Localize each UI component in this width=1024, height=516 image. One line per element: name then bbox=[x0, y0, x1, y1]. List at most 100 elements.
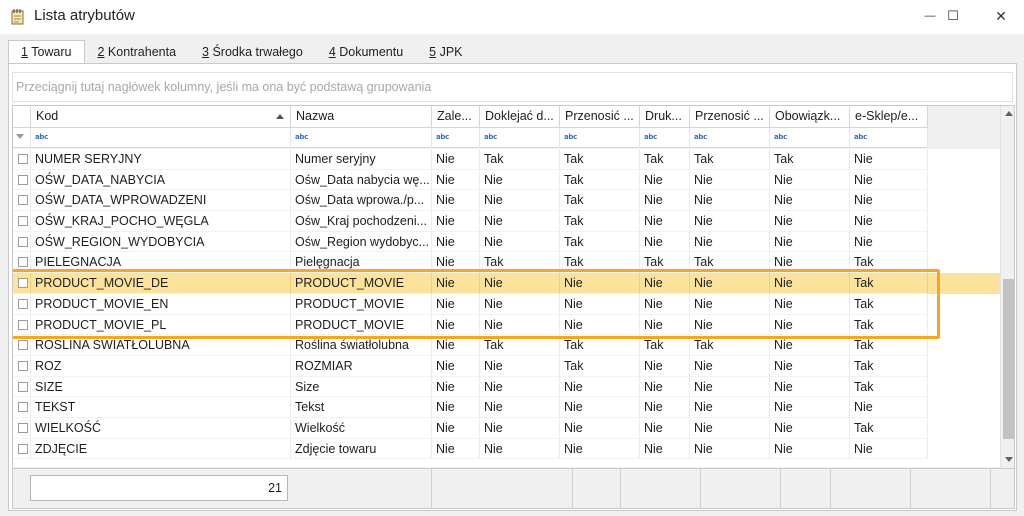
table-row[interactable]: WIELKOŚĆ Wielkość Nie Nie Nie Nie Nie Nie Tak bbox=[13, 417, 1000, 439]
row-checkbox-cell[interactable] bbox=[13, 252, 31, 274]
filter-cell-przenosic-1[interactable]: abc bbox=[560, 128, 640, 148]
sort-ascending-icon[interactable] bbox=[276, 114, 284, 119]
cell-nazwa: PRODUCT_MOVIE bbox=[291, 293, 432, 315]
tab-srodka-trwalego[interactable]: 3 Środka trwałego bbox=[189, 40, 316, 64]
row-checkbox[interactable] bbox=[18, 381, 28, 392]
row-checkbox[interactable] bbox=[18, 298, 28, 309]
close-button[interactable]: ✕ bbox=[978, 0, 1024, 32]
table-row[interactable]: NUMER SERYJNY Numer seryjny Nie Tak Tak Tak Ta… bbox=[13, 149, 1000, 170]
cell-zalezny: Nie bbox=[432, 273, 480, 294]
row-checkbox-cell[interactable] bbox=[13, 169, 31, 191]
table-row[interactable]: ROZ ROZMIAR Nie Nie Tak Nie Nie Nie Tak bbox=[13, 355, 1000, 377]
column-header-kod[interactable]: Kod bbox=[31, 106, 291, 128]
table-row[interactable]: PRODUCT_MOVIE_DE PRODUCT_MOVIE Nie Nie Nie Ni… bbox=[13, 273, 1000, 294]
row-checkbox[interactable] bbox=[18, 360, 28, 371]
column-header-doklejac[interactable]: Doklejać d... bbox=[480, 106, 560, 128]
table-row[interactable]: OŚW_DATA_NABYCIA Ośw_Data nabycia wę... Ni… bbox=[13, 169, 1000, 191]
row-checkbox-cell[interactable] bbox=[13, 397, 31, 418]
row-checkbox[interactable] bbox=[18, 443, 28, 454]
row-checkbox[interactable] bbox=[18, 195, 28, 206]
cell-zalezny: Nie bbox=[432, 314, 480, 336]
row-checkbox-cell[interactable] bbox=[13, 190, 31, 212]
tab-towaru[interactable]: 1 Towaru bbox=[8, 40, 85, 65]
cell-doklejac: Nie bbox=[480, 355, 560, 377]
row-checkbox[interactable] bbox=[18, 174, 28, 185]
table-row[interactable]: OŚW_REGION_WYDOBYCIA Ośw_Region wydobyc..… bbox=[13, 231, 1000, 253]
row-checkbox-cell[interactable] bbox=[13, 149, 31, 170]
group-by-panel[interactable]: Przeciągnij tutaj nagłówek kolumny, jeśl… bbox=[12, 72, 1013, 102]
vertical-scrollbar[interactable] bbox=[1000, 106, 1014, 467]
cell-zalezny: Nie bbox=[432, 335, 480, 356]
row-checkbox-cell[interactable] bbox=[13, 417, 31, 439]
column-header-drukowac[interactable]: Druk... bbox=[640, 106, 690, 128]
text-filter-icon: abc bbox=[484, 133, 497, 141]
scroll-down-icon[interactable] bbox=[1005, 457, 1013, 462]
cell-przenosic-2: Nie bbox=[690, 231, 770, 253]
row-checkbox[interactable] bbox=[18, 340, 28, 351]
footer-cell bbox=[831, 469, 911, 508]
row-checkbox[interactable] bbox=[18, 216, 28, 227]
cell-obowiazkowy: Nie bbox=[770, 438, 850, 460]
table-row[interactable]: PRODUCT_MOVIE_EN PRODUCT_MOVIE Nie Nie Nie Ni… bbox=[13, 293, 1000, 315]
filter-icon[interactable] bbox=[16, 134, 24, 139]
cell-e-sklep: Nie bbox=[850, 149, 928, 170]
table-row[interactable]: TEKST Tekst Nie Nie Nie Nie Nie Nie Nie bbox=[13, 397, 1000, 418]
table-row[interactable]: ROŚLINA ŚWIATŁOLUBNA Roślina światłolubna… bbox=[13, 335, 1000, 356]
row-checkbox-cell[interactable] bbox=[13, 273, 31, 294]
row-checkbox[interactable] bbox=[18, 319, 28, 330]
filter-cell-drukowac[interactable]: abc bbox=[640, 128, 690, 148]
tab-jpk[interactable]: 5 JPK bbox=[416, 40, 475, 64]
scroll-up-icon[interactable] bbox=[1005, 111, 1013, 116]
table-row[interactable]: OŚW_DATA_WPROWADZENI Ośw_Data wprowa./p..… bbox=[13, 190, 1000, 212]
filter-cell-kod[interactable]: abc bbox=[31, 128, 291, 148]
row-checkbox[interactable] bbox=[18, 402, 28, 413]
row-checkbox-cell[interactable] bbox=[13, 355, 31, 377]
filter-cell-zalezny[interactable]: abc bbox=[432, 128, 480, 148]
row-checkbox-cell[interactable] bbox=[13, 335, 31, 356]
tab-kontrahenta[interactable]: 2 Kontrahenta bbox=[85, 40, 190, 64]
column-header-przenosic-1[interactable]: Przenosić ... bbox=[560, 106, 640, 128]
cell-zalezny: Nie bbox=[432, 355, 480, 377]
row-checkbox-cell[interactable] bbox=[13, 211, 31, 232]
cell-zalezny: Nie bbox=[432, 211, 480, 232]
column-header-nazwa[interactable]: Nazwa bbox=[291, 106, 432, 128]
row-checkbox[interactable] bbox=[18, 422, 28, 433]
row-checkbox-cell[interactable] bbox=[13, 231, 31, 253]
cell-przenosic-1: Nie bbox=[560, 314, 640, 336]
cell-nazwa: Ośw_Data wprowa./p... bbox=[291, 190, 432, 212]
table-row[interactable]: ZDJĘCIE Zdjęcie towaru Nie Nie Nie Nie Nie Nie N… bbox=[13, 438, 1000, 460]
column-header-e-sklep[interactable]: e-Sklep/e... bbox=[850, 106, 928, 128]
column-header-label: Kod bbox=[36, 109, 59, 123]
maximize-button[interactable]: ☐ bbox=[930, 0, 976, 32]
row-checkbox-cell[interactable] bbox=[13, 376, 31, 398]
grid-filter-row: abc abc abc abc abc abc abc abc abc bbox=[13, 128, 928, 148]
scroll-thumb[interactable] bbox=[1003, 279, 1014, 439]
filter-cell-doklejac[interactable]: abc bbox=[480, 128, 560, 148]
row-checkbox[interactable] bbox=[18, 154, 28, 164]
filter-row-indicator[interactable] bbox=[13, 128, 31, 148]
cell-przenosic-1: Nie bbox=[560, 397, 640, 418]
column-header-label: Druk... bbox=[645, 109, 682, 123]
filter-cell-obowiazkowy[interactable]: abc bbox=[770, 128, 850, 148]
table-row[interactable]: PRODUCT_MOVIE_PL PRODUCT_MOVIE Nie Nie Nie Ni… bbox=[13, 314, 1000, 336]
filter-cell-nazwa[interactable]: abc bbox=[291, 128, 432, 148]
row-checkbox[interactable] bbox=[18, 278, 28, 289]
cell-nazwa: Tekst bbox=[291, 397, 432, 418]
cell-e-sklep: Tak bbox=[850, 252, 928, 274]
table-row[interactable]: OŚW_KRAJ_POCHO_WĘGLA Ośw_Kraj pochodzeni.… bbox=[13, 211, 1000, 232]
filter-cell-e-sklep[interactable]: abc bbox=[850, 128, 928, 148]
cell-przenosic-2: Tak bbox=[690, 252, 770, 274]
table-row[interactable]: SIZE Size Nie Nie Nie Nie Nie Nie Tak bbox=[13, 376, 1000, 398]
table-row[interactable]: PIELEGNACJA Pielęgnacja Nie Tak Tak Tak Tak Nie… bbox=[13, 252, 1000, 274]
row-checkbox-cell[interactable] bbox=[13, 293, 31, 315]
row-checkbox[interactable] bbox=[18, 257, 28, 268]
row-checkbox-cell[interactable] bbox=[13, 438, 31, 460]
cell-kod: PRODUCT_MOVIE_DE bbox=[31, 273, 291, 294]
column-header-przenosic-2[interactable]: Przenosić ... bbox=[690, 106, 770, 128]
row-checkbox-cell[interactable] bbox=[13, 314, 31, 336]
filter-cell-przenosic-2[interactable]: abc bbox=[690, 128, 770, 148]
column-header-zalezny[interactable]: Zale... bbox=[432, 106, 480, 128]
row-checkbox[interactable] bbox=[18, 236, 28, 247]
tab-dokumentu[interactable]: 4 Dokumentu bbox=[316, 40, 416, 64]
column-header-obowiazkowy[interactable]: Obowiązk... bbox=[770, 106, 850, 128]
